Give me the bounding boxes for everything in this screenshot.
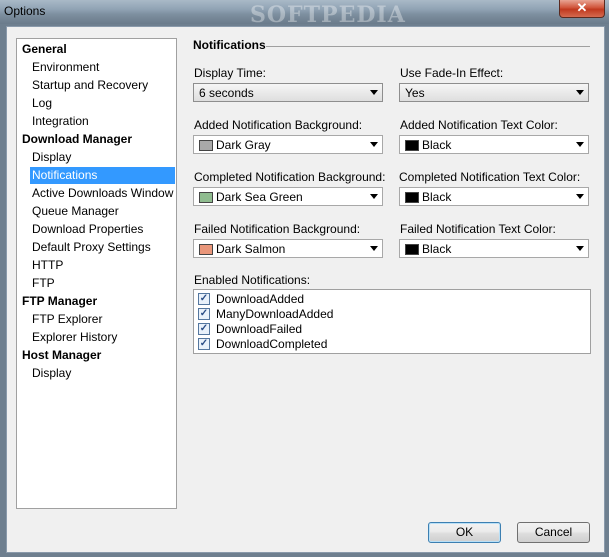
tree-item[interactable]: FTP [30,275,57,292]
added-text-label: Added Notification Text Color: [400,118,558,132]
failed-text-select[interactable]: Black [399,239,589,258]
tree-item[interactable]: Integration [30,113,91,130]
added-text-value: Black [422,138,452,152]
section-title: Notifications [193,38,266,52]
tree-item[interactable]: Default Proxy Settings [30,239,153,256]
dropdown-arrow-icon [576,246,584,251]
list-item[interactable]: ✓ ManyDownloadAdded [198,307,333,322]
tree-item[interactable]: Download Properties [30,221,145,238]
tree-group[interactable]: Host Manager [22,347,101,364]
added-bg-label: Added Notification Background: [194,118,363,132]
tree-item[interactable]: HTTP [30,257,65,274]
tree-item[interactable]: FTP Explorer [30,311,104,328]
completed-text-label: Completed Notification Text Color: [399,170,581,184]
added-text-select[interactable]: Black [399,135,589,154]
display-time-value: 6 seconds [199,86,254,100]
completed-bg-select[interactable]: Dark Sea Green [193,187,383,206]
dropdown-arrow-icon [576,142,584,147]
tree-item[interactable]: Display [30,365,73,382]
list-item-label: DownloadAdded [216,292,305,306]
fade-in-select[interactable]: Yes [399,83,589,102]
completed-bg-label: Completed Notification Background: [194,170,386,184]
tree-item[interactable]: Explorer History [30,329,119,346]
color-swatch [405,192,419,203]
ok-button[interactable]: OK [428,522,501,543]
list-item[interactable]: ✓ DownloadFailed [198,322,302,337]
completed-bg-value: Dark Sea Green [216,190,303,204]
section-divider [266,46,590,47]
options-dialog: General Environment Startup and Recovery Lo… [6,26,605,553]
window-title: Options [4,4,46,18]
list-item-label: DownloadCompleted [216,337,328,351]
list-item[interactable]: ✓ DownloadCompleted [198,337,327,352]
completed-text-select[interactable]: Black [399,187,589,206]
failed-text-value: Black [422,242,452,256]
tree-group[interactable]: Download Manager [22,131,132,148]
display-time-label: Display Time: [194,66,267,80]
color-swatch [405,140,419,151]
tree-group[interactable]: General [22,41,67,58]
dropdown-arrow-icon [370,142,378,147]
color-swatch [405,244,419,255]
color-swatch [199,244,213,255]
watermark: SOFTPEDIA [250,2,406,28]
tree-item[interactable]: Startup and Recovery [30,77,150,94]
tree-item[interactable]: Display [30,149,73,166]
tree-item[interactable]: Active Downloads Window [30,185,175,202]
tree-item[interactable]: Notifications [30,167,175,184]
title-bar: SOFTPEDIA Options ✕ [0,0,609,28]
checkbox-checked-icon[interactable]: ✓ [198,307,210,320]
cancel-button[interactable]: Cancel [517,522,590,543]
list-item[interactable]: ✓ DownloadAdded [198,292,304,307]
close-icon: ✕ [576,0,588,15]
tree-item[interactable]: Environment [30,59,101,76]
color-swatch [199,140,213,151]
checkbox-checked-icon[interactable]: ✓ [198,292,210,305]
dropdown-arrow-icon [370,246,378,251]
added-bg-value: Dark Gray [216,138,271,152]
color-swatch [199,192,213,203]
checkbox-checked-icon[interactable]: ✓ [198,322,210,335]
enabled-notifications-list: ✓ DownloadAdded ✓ ManyDownloadAdded ✓ Downl… [193,289,591,354]
checkbox-checked-icon[interactable]: ✓ [198,337,210,350]
dropdown-arrow-icon [370,90,378,95]
tree-item[interactable]: Queue Manager [30,203,121,220]
options-tree: General Environment Startup and Recovery Lo… [16,38,177,509]
list-item-label: ManyDownloadAdded [216,307,334,321]
list-item-label: DownloadFailed [216,322,303,336]
tree-item[interactable]: Log [30,95,54,112]
fade-in-value: Yes [405,86,425,100]
failed-text-label: Failed Notification Text Color: [400,222,556,236]
enabled-notifications-label: Enabled Notifications: [194,273,311,287]
dropdown-arrow-icon [370,194,378,199]
dropdown-arrow-icon [576,194,584,199]
close-button[interactable]: ✕ [559,0,605,18]
failed-bg-value: Dark Salmon [216,242,286,256]
tree-group[interactable]: FTP Manager [22,293,97,310]
failed-bg-select[interactable]: Dark Salmon [193,239,383,258]
fade-in-label: Use Fade-In Effect: [400,66,504,80]
completed-text-value: Black [422,190,452,204]
failed-bg-label: Failed Notification Background: [194,222,361,236]
added-bg-select[interactable]: Dark Gray [193,135,383,154]
dropdown-arrow-icon [576,90,584,95]
display-time-select[interactable]: 6 seconds [193,83,383,102]
